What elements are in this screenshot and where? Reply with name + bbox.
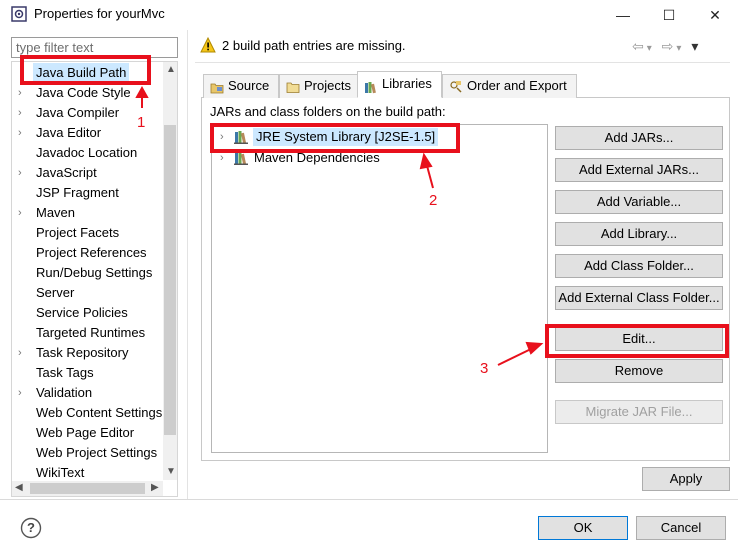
annotation-arrows: [135, 85, 544, 366]
annotation-label-3: 3: [480, 360, 489, 377]
annotation-label-2: 2: [429, 192, 438, 209]
annotation-label-1: 1: [137, 114, 146, 131]
